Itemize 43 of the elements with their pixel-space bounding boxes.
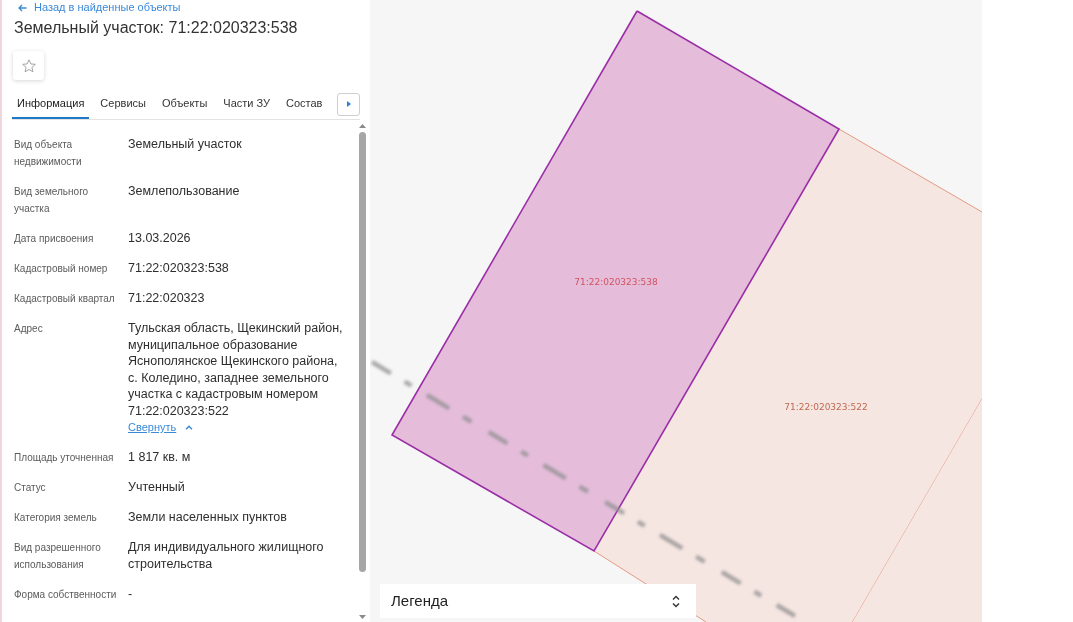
star-icon bbox=[21, 58, 36, 73]
tab[interactable]: Состав bbox=[281, 89, 328, 119]
field-value: Землепользование bbox=[128, 183, 241, 200]
field-value: 1 817 кв. м bbox=[128, 449, 192, 466]
back-link[interactable]: Назад в найденные объекты bbox=[18, 1, 181, 14]
field-label: Категория земель bbox=[14, 511, 98, 525]
chevron-up-down-icon bbox=[672, 594, 680, 608]
field-value: Учтенный bbox=[128, 479, 186, 496]
field-value: Земельный участок bbox=[128, 136, 243, 153]
back-arrow-icon bbox=[18, 3, 27, 12]
tab[interactable]: Части ЗУ bbox=[218, 89, 275, 119]
scroll-up-icon[interactable] bbox=[359, 124, 366, 128]
field-label: Статус bbox=[14, 481, 47, 495]
field-label: Форма собственности bbox=[14, 588, 118, 602]
field-label: Вид земельного участка bbox=[14, 185, 90, 216]
field-label: Кадастровый номер bbox=[14, 262, 109, 276]
field-value: 13.03.2026 bbox=[128, 230, 192, 247]
field-label: Вид разрешенного использования bbox=[14, 541, 102, 572]
parcel-title: Земельный участок: 71:22:020323:538 bbox=[14, 18, 298, 38]
field-value: Для индивидуального жилищного строительства bbox=[128, 539, 325, 573]
tab[interactable]: Сервисы bbox=[95, 89, 151, 119]
field-label: Площадь уточненная bbox=[14, 451, 115, 465]
field-label: Дата присвоения bbox=[14, 232, 95, 246]
field-value: 71:22:020323 bbox=[128, 290, 206, 307]
tab[interactable]: Информация bbox=[12, 89, 90, 119]
legend-toggle[interactable]: Легенда bbox=[380, 584, 696, 618]
field-label: Вид объекта недвижимости bbox=[14, 138, 83, 169]
collapse-link[interactable]: Свернуть bbox=[128, 419, 194, 436]
scroll-down-icon[interactable] bbox=[359, 615, 366, 619]
tab[interactable]: Объекты bbox=[156, 89, 213, 119]
scrollbar-thumb[interactable] bbox=[359, 132, 366, 572]
scroll-tabs-right-button[interactable] bbox=[337, 92, 360, 116]
favorite-button[interactable] bbox=[13, 51, 44, 80]
field-value: - bbox=[128, 586, 134, 603]
parcel-number-label: 71:22:020323:538 bbox=[574, 277, 658, 287]
chevron-up-icon bbox=[185, 425, 194, 430]
field-value: Земли населенных пунктов bbox=[128, 509, 288, 526]
field-value: Тульская область, Щекинский район, муниципальное образование Яснополянское Щекинского района, с. Коледино, западнее земельного участка с кадастровым номером 71:22:020323:522 bbox=[128, 320, 344, 419]
field-label: Адрес bbox=[14, 322, 44, 336]
field-label: Кадастровый квартал bbox=[14, 292, 116, 306]
caret-right-icon bbox=[346, 101, 351, 107]
parcel-number-label: 71:22:020323:522 bbox=[784, 402, 868, 412]
field-value: 71:22:020323:538 bbox=[128, 260, 230, 277]
